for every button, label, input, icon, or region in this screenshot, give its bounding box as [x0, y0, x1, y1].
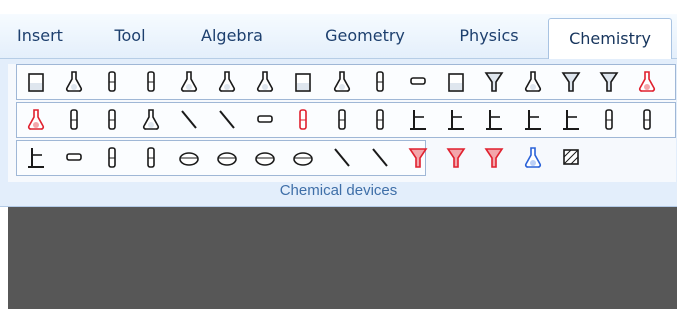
support-stand-icon[interactable]: [443, 105, 469, 135]
device-row-3: [16, 140, 579, 176]
red-pipette-icon[interactable]: [634, 67, 660, 97]
tab-physics[interactable]: Physics: [448, 16, 530, 56]
round-flask-icon[interactable]: [176, 67, 202, 97]
wire-gauze-icon[interactable]: [290, 143, 316, 173]
stand-icon[interactable]: [405, 105, 431, 135]
tongs-icon[interactable]: [329, 143, 355, 173]
u-tube-icon[interactable]: [367, 105, 393, 135]
stirring-rod-icon[interactable]: [367, 143, 393, 173]
curved-tube-icon[interactable]: [138, 143, 164, 173]
burette-bulb-icon[interactable]: [329, 67, 355, 97]
clamp-icon[interactable]: [23, 143, 49, 173]
condenser-icon[interactable]: [596, 105, 622, 135]
conical-flask-stopper-icon[interactable]: [252, 67, 278, 97]
funnel-icon[interactable]: [481, 67, 507, 97]
blue-water-drop-icon[interactable]: [520, 143, 546, 173]
dropper-icon[interactable]: [138, 105, 164, 135]
glass-rod-icon[interactable]: [176, 105, 202, 135]
chemical-devices-gallery: [8, 64, 676, 182]
hook-tube-icon[interactable]: [99, 143, 125, 173]
graduated-cylinder-icon[interactable]: [367, 67, 393, 97]
thistle-funnel-icon[interactable]: [596, 67, 622, 97]
tab-chemistry[interactable]: Chemistry: [548, 18, 672, 60]
flask-icon[interactable]: [61, 67, 87, 97]
workspace-canvas[interactable]: [8, 207, 677, 309]
spatula-icon[interactable]: [214, 105, 240, 135]
stopper-icon[interactable]: [61, 143, 87, 173]
watch-glass-icon[interactable]: [252, 143, 278, 173]
tab-algebra[interactable]: Algebra: [190, 16, 274, 56]
tab-geometry[interactable]: Geometry: [314, 16, 416, 56]
filter-column-icon[interactable]: [99, 105, 125, 135]
balance-icon[interactable]: [520, 105, 546, 135]
hatched-square-icon[interactable]: [558, 143, 584, 173]
conical-flask-icon[interactable]: [214, 67, 240, 97]
red-burner-icon[interactable]: [443, 143, 469, 173]
chimney-icon[interactable]: [61, 105, 87, 135]
ribbon-tab-bar: Insert Tool Algebra Geometry Physics Che…: [0, 14, 677, 60]
red-spark-icon[interactable]: [481, 143, 507, 173]
connector-icon[interactable]: [252, 105, 278, 135]
group-label-chemical-devices: Chemical devices: [279, 182, 398, 199]
separating-funnel-icon[interactable]: [558, 67, 584, 97]
device-row-1: [16, 64, 676, 100]
tab-insert[interactable]: Insert: [10, 16, 70, 56]
crucible-icon[interactable]: [214, 143, 240, 173]
bent-tube-icon[interactable]: [329, 105, 355, 135]
thermometer-icon[interactable]: [634, 105, 660, 135]
red-flame-icon[interactable]: [405, 143, 431, 173]
red-bulb-pipette-icon[interactable]: [23, 105, 49, 135]
evaporating-dish-icon[interactable]: [176, 143, 202, 173]
app-window: Insert Tool Algebra Geometry Physics Che…: [0, 0, 677, 309]
trough-icon[interactable]: [443, 67, 469, 97]
tab-tool[interactable]: Tool: [104, 16, 156, 56]
gas-jar-icon[interactable]: [290, 67, 316, 97]
test-tube-clamp-icon[interactable]: [138, 67, 164, 97]
device-row-2: [16, 102, 676, 138]
bell-jar-icon[interactable]: [405, 67, 431, 97]
furnace-icon[interactable]: [481, 105, 507, 135]
red-tube-icon[interactable]: [290, 105, 316, 135]
beaker-icon[interactable]: [23, 67, 49, 97]
dropping-funnel-icon[interactable]: [520, 67, 546, 97]
test-tube-icon[interactable]: [99, 67, 125, 97]
retort-stand-icon[interactable]: [558, 105, 584, 135]
